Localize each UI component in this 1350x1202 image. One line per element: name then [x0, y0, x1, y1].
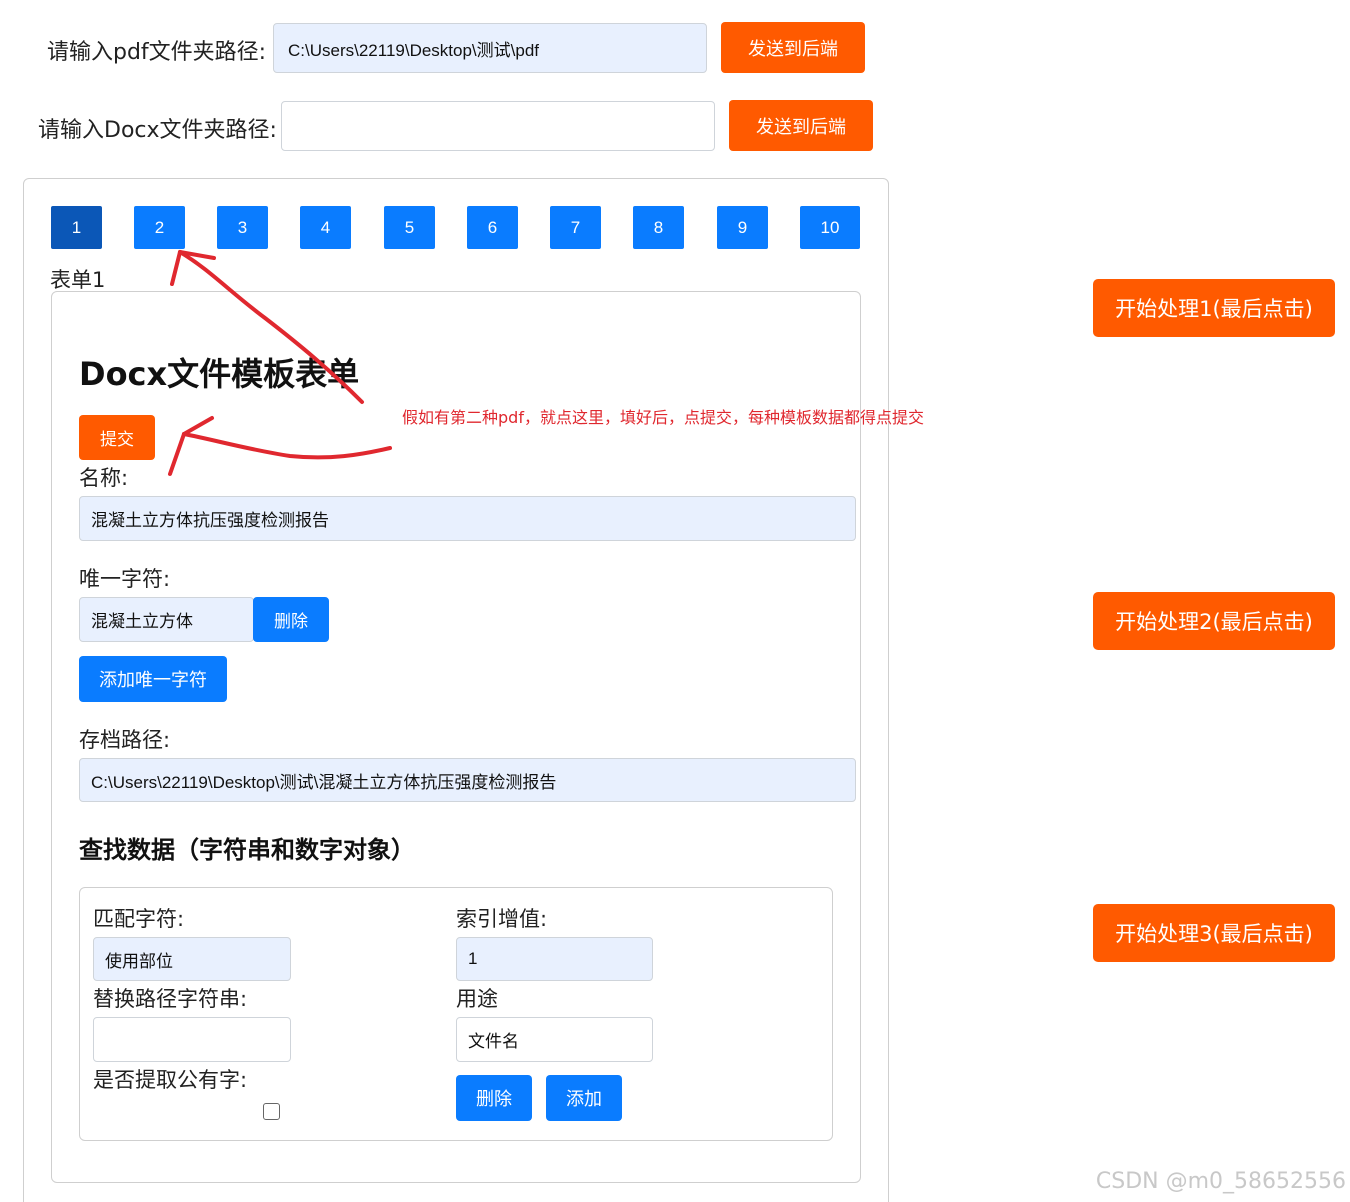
archive-path-input[interactable]: C:\Users\22119\Desktop\测试\混凝土立方体抗压强度检测报告: [79, 758, 856, 802]
index-increment-label: 索引增值:: [456, 907, 548, 931]
tab-8[interactable]: 8: [633, 206, 684, 249]
tab-10[interactable]: 10: [800, 206, 860, 249]
form-heading: Docx文件模板表单: [79, 355, 360, 393]
tab-5[interactable]: 5: [384, 206, 435, 249]
search-data-heading: 查找数据（字符串和数字对象）: [79, 836, 415, 864]
csdn-watermark: CSDN @m0_58652556: [1095, 1169, 1346, 1194]
replace-path-label: 替换路径字符串:: [93, 987, 248, 1011]
docx-path-input[interactable]: [281, 101, 715, 151]
pdf-send-button[interactable]: 发送到后端: [721, 22, 865, 73]
pdf-path-input[interactable]: C:\Users\22119\Desktop\测试\pdf: [273, 23, 707, 73]
docx-send-button[interactable]: 发送到后端: [729, 100, 873, 151]
tab-9[interactable]: 9: [717, 206, 768, 249]
tab-3[interactable]: 3: [217, 206, 268, 249]
extract-common-checkbox[interactable]: [263, 1103, 280, 1120]
name-label: 名称:: [79, 466, 129, 490]
add-unique-char-button[interactable]: 添加唯一字符: [79, 656, 227, 702]
tab-7[interactable]: 7: [550, 206, 601, 249]
delete-unique-char-button[interactable]: 删除: [253, 597, 329, 642]
tab-6[interactable]: 6: [467, 206, 518, 249]
tab-1[interactable]: 1: [51, 206, 102, 249]
purpose-label: 用途: [456, 987, 498, 1011]
annotation-text: 假如有第二种pdf，就点这里，填好后，点提交，每种模板数据都得点提交: [402, 408, 924, 427]
tab-4[interactable]: 4: [300, 206, 351, 249]
extract-common-label: 是否提取公有字:: [93, 1068, 248, 1092]
pdf-path-label: 请输入pdf文件夹路径:: [47, 40, 267, 65]
replace-path-input[interactable]: [93, 1017, 291, 1062]
index-increment-input[interactable]: 1: [456, 937, 653, 981]
name-input[interactable]: 混凝土立方体抗压强度检测报告: [79, 496, 856, 541]
docx-path-label: 请输入Docx文件夹路径:: [38, 118, 277, 143]
add-search-button[interactable]: 添加: [546, 1075, 622, 1121]
archive-path-label: 存档路径:: [79, 728, 171, 752]
match-char-input[interactable]: 使用部位: [93, 937, 291, 981]
match-char-label: 匹配字符:: [93, 907, 185, 931]
unique-char-label: 唯一字符:: [79, 567, 171, 591]
delete-search-button[interactable]: 删除: [456, 1075, 532, 1121]
tab-2[interactable]: 2: [134, 206, 185, 249]
start-process-2-button[interactable]: 开始处理2(最后点击): [1093, 592, 1335, 650]
form-title: 表单1: [50, 268, 106, 292]
start-process-1-button[interactable]: 开始处理1(最后点击): [1093, 279, 1335, 337]
start-process-3-button[interactable]: 开始处理3(最后点击): [1093, 904, 1335, 962]
purpose-input[interactable]: 文件名: [456, 1017, 653, 1062]
unique-char-input[interactable]: 混凝土立方体: [79, 597, 254, 642]
submit-button[interactable]: 提交: [79, 415, 155, 460]
